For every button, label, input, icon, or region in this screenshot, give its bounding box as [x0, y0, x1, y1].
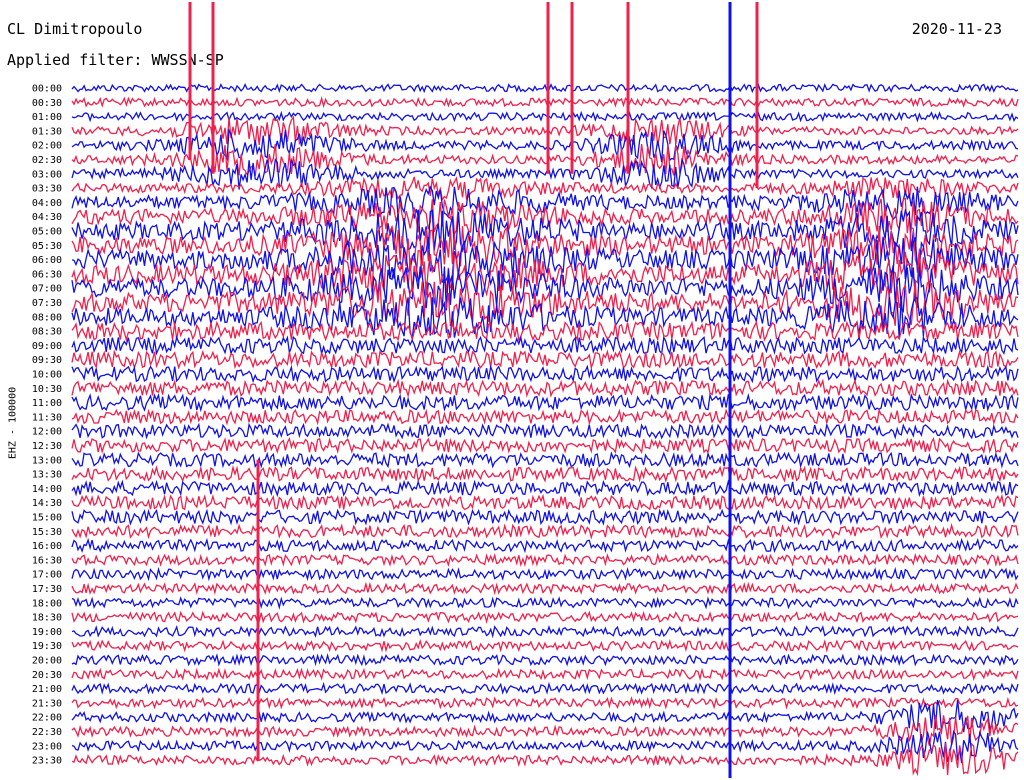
time-label: 17:00 [32, 570, 62, 581]
trace-row [71, 493, 1019, 511]
time-label: 13:30 [32, 470, 62, 481]
time-label: 19:30 [32, 641, 62, 652]
trace-row [71, 581, 1019, 596]
helicorder-page: CL Dimitropoulo 2020-11-23 Applied filte… [0, 0, 1024, 780]
time-label: 22:00 [32, 713, 62, 724]
time-label: 02:00 [32, 141, 62, 152]
helicorder-plot: 00:00 00:30 01:00 01:30 02:00 02:30 03:00 03:30… [32, 2, 1019, 778]
trace-row [71, 537, 1019, 554]
time-label: 09:30 [32, 355, 62, 366]
trace-row [71, 566, 1019, 582]
trace-row [71, 508, 1019, 526]
time-label: 05:00 [32, 227, 62, 238]
trace-row [71, 479, 1019, 498]
time-label: 12:30 [32, 441, 62, 452]
time-label: 04:30 [32, 212, 62, 223]
trace-row [71, 408, 1019, 426]
trace-row [71, 349, 1019, 371]
time-label: 02:30 [32, 155, 62, 166]
time-label: 08:00 [32, 312, 62, 323]
trace-row [71, 176, 1019, 202]
time-label: 08:30 [32, 327, 62, 338]
time-label: 15:00 [32, 513, 62, 524]
trace-row [71, 552, 1019, 568]
time-label: 19:00 [32, 627, 62, 638]
trace-row [71, 596, 1019, 610]
trace-row [71, 392, 1019, 413]
time-label: 16:00 [32, 541, 62, 552]
time-label: 16:30 [32, 555, 62, 566]
time-label: 22:30 [32, 727, 62, 738]
trace-row [71, 451, 1019, 469]
time-label: 13:00 [32, 455, 62, 466]
time-label: 07:00 [32, 284, 62, 295]
time-label: 00:00 [32, 84, 62, 95]
time-label: 01:30 [32, 126, 62, 137]
time-label-layer: 00:00 00:30 01:00 01:30 02:00 02:30 03:00 03:30… [32, 84, 62, 767]
time-label: 17:30 [32, 584, 62, 595]
time-label: 00:30 [32, 98, 62, 109]
time-label: 07:30 [32, 298, 62, 309]
time-label: 11:00 [32, 398, 62, 409]
time-label: 18:00 [32, 598, 62, 609]
time-label: 23:00 [32, 741, 62, 752]
time-label: 14:30 [32, 498, 62, 509]
time-label: 09:00 [32, 341, 62, 352]
time-label: 04:00 [32, 198, 62, 209]
time-label: 03:30 [32, 184, 62, 195]
trace-row [71, 653, 1019, 667]
time-label: 15:30 [32, 527, 62, 538]
time-label: 10:00 [32, 370, 62, 381]
trace-row [71, 522, 1019, 540]
time-label: 06:00 [32, 255, 62, 266]
time-label: 06:30 [32, 269, 62, 280]
trace-row [71, 610, 1019, 624]
time-label: 23:30 [32, 756, 62, 767]
trace-row [71, 624, 1019, 639]
trace-row [71, 378, 1019, 399]
trace-row [71, 436, 1019, 455]
trace-row [71, 364, 1019, 384]
trace-row [71, 422, 1019, 440]
time-label: 20:30 [32, 670, 62, 681]
trace-row [71, 667, 1019, 682]
time-label: 14:00 [32, 484, 62, 495]
time-label: 05:30 [32, 241, 62, 252]
time-label: 01:00 [32, 112, 62, 123]
trace-row [71, 681, 1019, 696]
time-label: 03:00 [32, 169, 62, 180]
time-label: 10:30 [32, 384, 62, 395]
time-label: 21:30 [32, 698, 62, 709]
time-label: 18:30 [32, 613, 62, 624]
time-label: 20:00 [32, 656, 62, 667]
time-label: 21:00 [32, 684, 62, 695]
trace-row [71, 638, 1019, 653]
time-label: 11:30 [32, 412, 62, 423]
trace-row [71, 696, 1019, 710]
trace-row [71, 729, 1019, 764]
trace-row [71, 465, 1019, 484]
trace-row [71, 335, 1019, 356]
trace-layer [71, 2, 1019, 778]
time-label: 12:00 [32, 427, 62, 438]
